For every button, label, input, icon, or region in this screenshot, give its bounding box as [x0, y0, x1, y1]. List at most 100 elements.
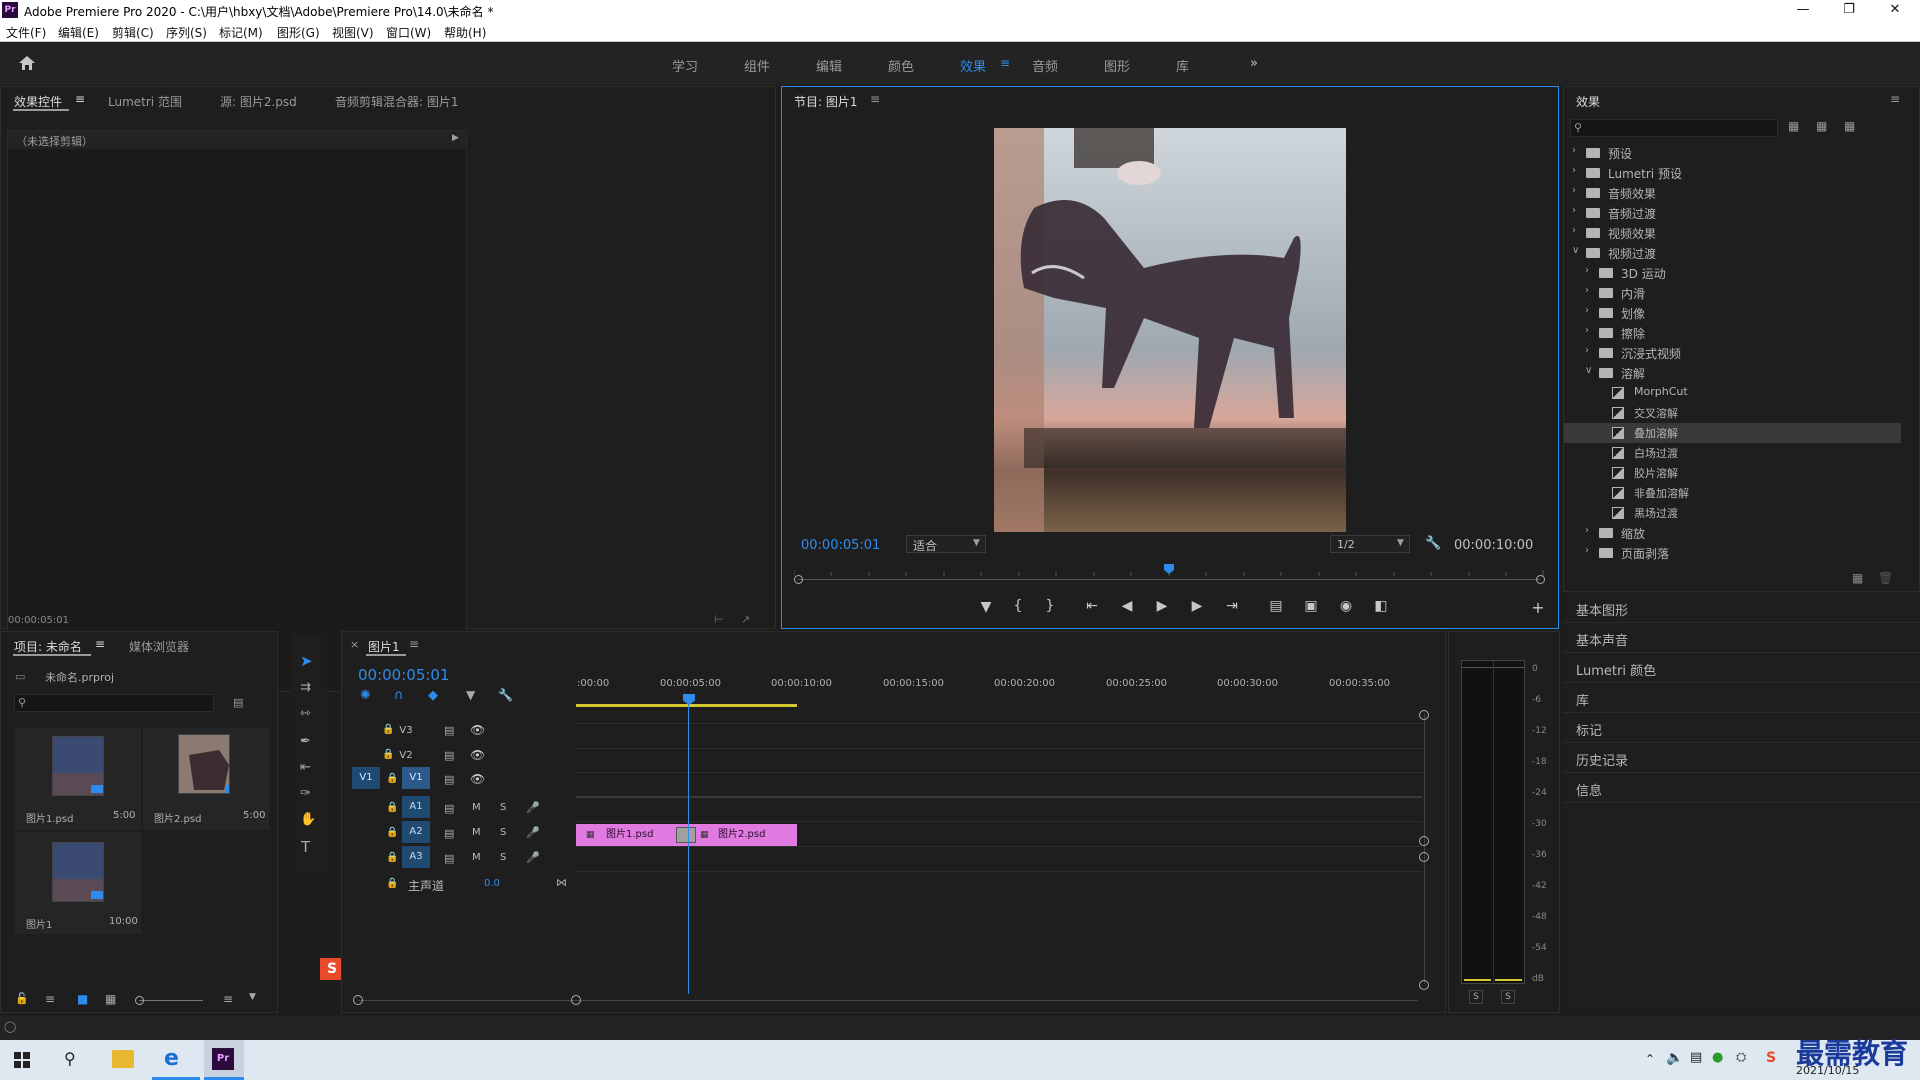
menu-clip[interactable]: 剪辑(C) [112, 24, 154, 41]
project-item[interactable]: 图片1.psd 5:00 [15, 728, 141, 830]
solo-left-button[interactable]: S [1469, 990, 1483, 1004]
menu-marker[interactable]: 标记(M) [219, 24, 263, 41]
chevron-right-icon[interactable]: › [1585, 305, 1589, 316]
tab-effect-controls[interactable]: 效果控件 [14, 93, 62, 110]
minimize-button[interactable]: — [1780, 0, 1826, 20]
step-forward-icon[interactable]: ▶ [1186, 598, 1208, 614]
lock-icon[interactable]: 🔒 [386, 773, 398, 784]
zoom-bar[interactable] [798, 579, 1540, 580]
effects-folder[interactable]: › 内滑 [1564, 283, 1901, 303]
chevron-right-icon[interactable]: › [1572, 185, 1576, 196]
track-v2[interactable]: V2 [392, 750, 420, 761]
slip-tool-icon[interactable]: ⇤ [300, 760, 311, 775]
effects-folder[interactable]: › 视频效果 [1564, 223, 1901, 243]
accelerated-effects-icon[interactable]: ▦ [1788, 119, 1799, 133]
tab-menu-icon[interactable]: ≡ [75, 92, 85, 106]
lock-icon[interactable]: 🔒 [386, 827, 398, 838]
security-icon[interactable]: ● [1712, 1050, 1723, 1065]
effect-item[interactable]: 交叉溶解 [1564, 403, 1901, 423]
sort-icon[interactable]: ≡ [223, 992, 233, 1006]
video-frame[interactable] [994, 128, 1346, 532]
effect-item[interactable]: 胶片溶解 [1564, 463, 1901, 483]
transition-marker[interactable] [676, 827, 696, 843]
effects-folder[interactable]: › 预设 [1564, 143, 1901, 163]
selection-tool-icon[interactable]: ➤ [300, 652, 313, 670]
sync-lock-icon[interactable]: ▤ [444, 773, 454, 786]
project-menu-icon[interactable]: ≡ [95, 637, 105, 651]
effects-folder[interactable]: › 音频效果 [1564, 183, 1901, 203]
solo-button[interactable]: S [500, 852, 506, 863]
chevron-right-icon[interactable]: › [1585, 545, 1589, 556]
side-panel-libraries[interactable]: 库 [1563, 683, 1920, 713]
program-menu-icon[interactable]: ≡ [870, 92, 880, 106]
sync-lock-icon[interactable]: ▤ [444, 827, 454, 840]
chevron-down-icon[interactable]: ▼ [249, 992, 256, 1002]
vertical-scroll-handle[interactable] [1419, 710, 1429, 720]
wrench-icon[interactable]: 🔧 [1425, 536, 1441, 551]
horizontal-scroll-left[interactable] [353, 995, 363, 1005]
chevron-right-icon[interactable]: › [1585, 265, 1589, 276]
razor-tool-icon[interactable]: ✒ [300, 734, 311, 749]
eye-icon[interactable]: 👁 [470, 723, 485, 737]
type-tool-icon[interactable]: T [301, 838, 310, 856]
vertical-scroll-handle[interactable] [1419, 980, 1429, 990]
ripple-edit-tool-icon[interactable]: ⇿ [300, 706, 311, 721]
nest-icon[interactable]: ✺ [360, 688, 371, 703]
premiere-taskbar-button[interactable]: Pr [204, 1040, 244, 1080]
tab-media-browser[interactable]: 媒体浏览器 [129, 638, 189, 655]
vertical-scroll-handle[interactable] [1419, 852, 1429, 862]
step-back-icon[interactable]: ◀ [1116, 598, 1138, 614]
eye-icon[interactable]: 👁 [470, 748, 485, 762]
effect-item[interactable]: 黑场过渡 [1564, 503, 1901, 523]
snap-icon[interactable]: ∩ [394, 688, 404, 703]
add-marker-icon[interactable]: ▼ [975, 599, 997, 615]
solo-button[interactable]: S [500, 802, 506, 813]
add-button-icon[interactable]: + [1527, 598, 1549, 617]
horizontal-scroll-right[interactable] [571, 995, 581, 1005]
export-icon[interactable]: ↗ [741, 613, 750, 626]
effect-item[interactable]: 叠加溶解 [1564, 423, 1901, 443]
solo-button[interactable]: S [500, 827, 506, 838]
explorer-icon[interactable] [112, 1050, 134, 1068]
pen-tool-icon[interactable]: ✑ [300, 786, 311, 801]
tab-audio-clip-mixer[interactable]: 音频剪辑混合器: 图片1 [335, 93, 459, 110]
mute-button[interactable]: M [472, 852, 481, 863]
effect-item[interactable]: 白场过渡 [1564, 443, 1901, 463]
settings-wrench-icon[interactable]: 🔧 [498, 688, 513, 702]
effects-folder[interactable]: › 音频过渡 [1564, 203, 1901, 223]
source-patch-v1[interactable]: V1 [352, 767, 380, 789]
sync-lock-icon[interactable]: ▤ [444, 802, 454, 815]
track-a2[interactable]: A2 [402, 821, 430, 843]
side-panel-history[interactable]: 历史记录 [1563, 743, 1920, 773]
menu-sequence[interactable]: 序列(S) [166, 24, 207, 41]
go-to-out-icon[interactable]: ⇥ [1221, 598, 1243, 614]
timeline-close-icon[interactable]: × [350, 638, 359, 651]
freeform-view-icon[interactable]: ▦ [105, 992, 116, 1006]
volume-icon[interactable]: 🔈 [1666, 1050, 1683, 1066]
effects-folder[interactable]: › Lumetri 预设 [1564, 163, 1901, 183]
track-select-tool-icon[interactable]: ⇉ [300, 680, 311, 695]
menu-view[interactable]: 视图(V) [332, 24, 374, 41]
menu-edit[interactable]: 编辑(E) [58, 24, 99, 41]
mark-out-icon[interactable]: } [1039, 598, 1061, 614]
compare-view-icon[interactable]: ◧ [1370, 598, 1392, 614]
menu-window[interactable]: 窗口(W) [386, 24, 431, 41]
workspace-audio[interactable]: 音频 [1032, 56, 1058, 75]
work-area-bar[interactable] [576, 704, 797, 707]
sync-lock-icon[interactable]: ▤ [444, 724, 454, 737]
chevron-right-icon[interactable]: › [1572, 205, 1576, 216]
mark-in-icon[interactable]: { [1007, 598, 1029, 614]
chevron-right-icon[interactable]: › [1585, 345, 1589, 356]
effects-search-input[interactable]: ⚲ [1570, 119, 1778, 137]
effects-folder[interactable]: › 3D 运动 [1564, 263, 1901, 283]
lock-icon[interactable]: 🔒 [386, 852, 398, 863]
windows-icon[interactable] [14, 1052, 30, 1068]
home-icon[interactable] [18, 55, 36, 71]
icon-view-icon[interactable]: ■ [77, 992, 88, 1006]
timeline-menu-icon[interactable]: ≡ [409, 637, 419, 651]
chevron-right-icon[interactable]: › [1572, 165, 1576, 176]
workspace-learn[interactable]: 学习 [672, 56, 698, 75]
sogou-tray-icon[interactable]: S [1766, 1050, 1776, 1066]
effects-folder[interactable]: ∨ 溶解 [1564, 363, 1901, 383]
effects-folder[interactable]: ∨ 视频过渡 [1564, 243, 1901, 263]
